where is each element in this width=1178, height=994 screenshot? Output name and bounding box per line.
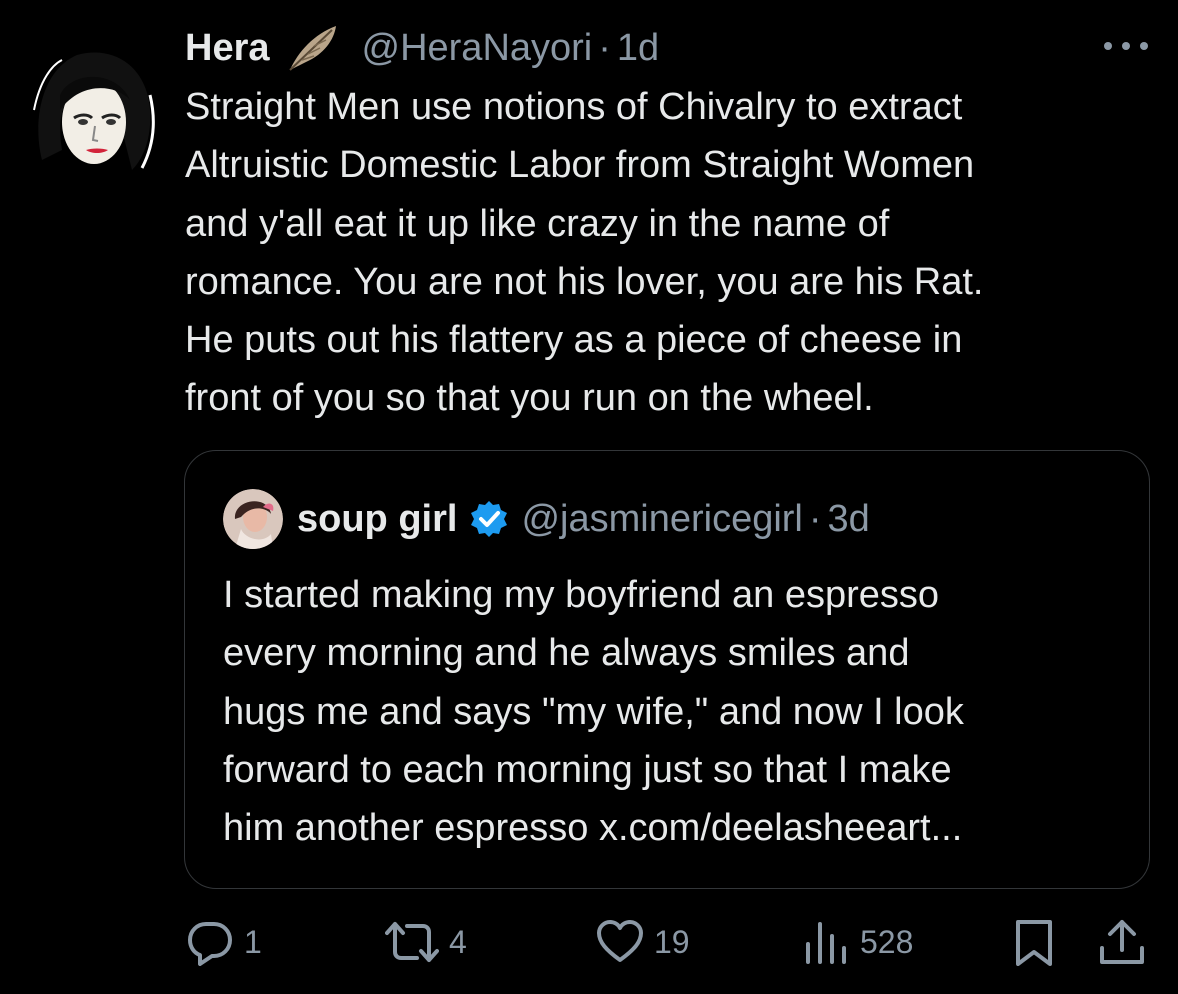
quoted-text: I started making my boyfriend an espress…: [223, 566, 1123, 857]
bookmark-icon: [1016, 920, 1052, 966]
author-name[interactable]: Hera: [185, 27, 270, 70]
more-icon[interactable]: [1098, 28, 1154, 64]
share-button[interactable]: [1098, 912, 1146, 972]
quoted-author-name[interactable]: soup girl: [297, 498, 457, 541]
post-text-line: romance. You are not his lover, you are …: [185, 260, 984, 303]
post-text-line: Straight Men use notions of Chivalry to …: [185, 86, 963, 128]
quoted-text-line: every morning and he always smiles and: [223, 632, 910, 675]
repost-count: 4: [449, 923, 467, 960]
repost-button[interactable]: 4: [385, 912, 467, 972]
author-handle[interactable]: @HeraNayori: [362, 27, 593, 70]
post-text-line: front of you so that you run on the whee…: [185, 377, 874, 420]
quoted-author-avatar[interactable]: [223, 489, 283, 549]
post-text-line: Altruistic Domestic Labor from Straight …: [185, 144, 975, 187]
quoted-author-handle[interactable]: @jasminericegirl: [521, 498, 802, 541]
author-avatar[interactable]: [22, 40, 162, 180]
post-time[interactable]: 1d: [617, 27, 659, 70]
like-icon: [597, 920, 643, 962]
quoted-header: soup girl @jasminericegirl · 3d: [297, 491, 870, 547]
reply-icon: [188, 922, 232, 966]
like-button[interactable]: 19: [596, 912, 690, 972]
repost-icon: [385, 922, 439, 962]
like-count: 19: [654, 923, 690, 960]
quoted-text-line: hugs me and says "my wife," and now I lo…: [223, 690, 964, 733]
action-bar: 1 4 19 528: [0, 912, 1178, 972]
views-icon: [806, 922, 846, 964]
separator-dot: ·: [808, 497, 822, 540]
share-icon: [1100, 920, 1144, 964]
separator-dot: ·: [598, 26, 611, 69]
verified-badge-icon: [471, 501, 508, 537]
quoted-post[interactable]: soup girl @jasminericegirl · 3d I starte…: [184, 450, 1150, 889]
reply-button[interactable]: 1: [186, 912, 262, 972]
post-header: Hera @HeraNayori · 1d: [185, 20, 659, 76]
feather-icon: [288, 26, 336, 71]
views-count: 528: [860, 923, 914, 960]
post-text-line: He puts out his flattery as a piece of c…: [185, 319, 963, 362]
post-text: Straight Men use notions of Chivalry to …: [185, 78, 1160, 428]
post-text-line: and y'all eat it up like crazy in the na…: [185, 202, 890, 245]
quoted-text-line: I started making my boyfriend an espress…: [223, 574, 940, 616]
reply-count: 1: [244, 923, 262, 960]
quoted-time[interactable]: 3d: [828, 498, 870, 541]
quoted-text-line: forward to each morning just so that I m…: [223, 748, 952, 791]
quoted-text-line[interactable]: him another espresso x.com/deelasheeart.…: [223, 799, 1123, 857]
views-button[interactable]: 528: [802, 912, 913, 972]
bookmark-button[interactable]: [1010, 912, 1058, 972]
